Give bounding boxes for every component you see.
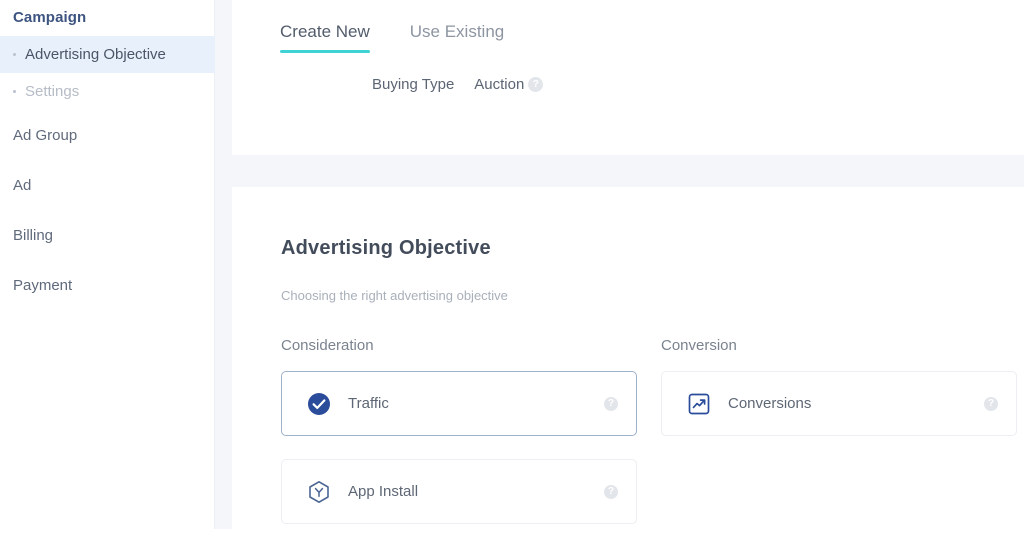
- main-content: Create New Use Existing Buying Type Auct…: [215, 0, 1024, 547]
- sidebar-item-advertising-objective[interactable]: Advertising Objective: [0, 36, 215, 73]
- sidebar-item-payment[interactable]: Payment: [0, 260, 215, 310]
- objective-card-traffic[interactable]: Traffic ?: [281, 371, 637, 437]
- sidebar-item-label: Ad: [13, 176, 32, 194]
- tab-use-existing[interactable]: Use Existing: [410, 22, 504, 53]
- objective-card-conversions[interactable]: Conversions ?: [661, 371, 1017, 437]
- objective-column-conversion: Conversion Conversions ?: [661, 337, 1024, 547]
- tab-label: Create New: [280, 22, 370, 41]
- page-title: Advertising Objective: [281, 236, 491, 259]
- objective-card-label: Traffic: [348, 395, 389, 413]
- sidebar-item-label: Payment: [13, 276, 73, 294]
- sidebar: Campaign Advertising Objective Settings …: [0, 0, 215, 529]
- objective-card-app-install[interactable]: App Install ?: [281, 459, 637, 525]
- tab-bar: Create New Use Existing: [232, 0, 1024, 53]
- sidebar-item-label: Ad Group: [13, 126, 78, 144]
- question-mark-circle-icon[interactable]: ?: [528, 77, 544, 92]
- panel-separator: [215, 155, 1024, 170]
- tab-label: Use Existing: [409, 22, 505, 41]
- check-circle-filled-icon: [306, 391, 332, 417]
- sidebar-item-ad-group[interactable]: Ad Group: [0, 110, 215, 160]
- active-tab-underline: [280, 50, 370, 53]
- bullet-icon: [13, 90, 16, 93]
- question-mark-circle-icon[interactable]: ?: [604, 396, 618, 411]
- objective-card-label: Conversions: [728, 395, 812, 413]
- app-root: Campaign Advertising Objective Settings …: [0, 0, 1024, 547]
- bullet-icon: [13, 53, 16, 56]
- objective-columns: Consideration Traffic ? App Install ? Co…: [232, 303, 1024, 547]
- question-mark-circle-icon[interactable]: ?: [984, 396, 998, 411]
- hexagon-app-icon: [306, 479, 332, 505]
- objective-column-consideration: Consideration Traffic ? App Install ?: [281, 337, 661, 547]
- column-heading: Conversion: [661, 337, 737, 355]
- sidebar-item-label: Billing: [13, 226, 54, 244]
- tab-create-new[interactable]: Create New: [280, 22, 370, 53]
- sidebar-item-label: Settings: [25, 83, 80, 100]
- buying-type-value: Auction: [474, 76, 525, 93]
- advertising-objective-panel: Advertising Objective Choosing the right…: [232, 186, 1024, 547]
- sidebar-item-billing[interactable]: Billing: [0, 210, 215, 260]
- buying-type-label: Buying Type: [372, 76, 455, 93]
- page-subtitle: Choosing the right advertising objective: [281, 288, 508, 304]
- column-heading: Consideration: [281, 337, 374, 355]
- question-mark-circle-icon[interactable]: ?: [604, 484, 618, 499]
- objective-card-label: App Install: [348, 483, 419, 501]
- sidebar-item-ad[interactable]: Ad: [0, 160, 215, 210]
- sidebar-section-title-campaign: Campaign: [13, 9, 87, 26]
- campaign-source-panel: Create New Use Existing Buying Type Auct…: [232, 0, 1024, 155]
- sidebar-item-label: Advertising Objective: [25, 46, 166, 63]
- trending-up-square-icon: [686, 391, 712, 417]
- sidebar-item-settings[interactable]: Settings: [0, 73, 215, 110]
- buying-type-row: Buying Type Auction ?: [232, 76, 1024, 93]
